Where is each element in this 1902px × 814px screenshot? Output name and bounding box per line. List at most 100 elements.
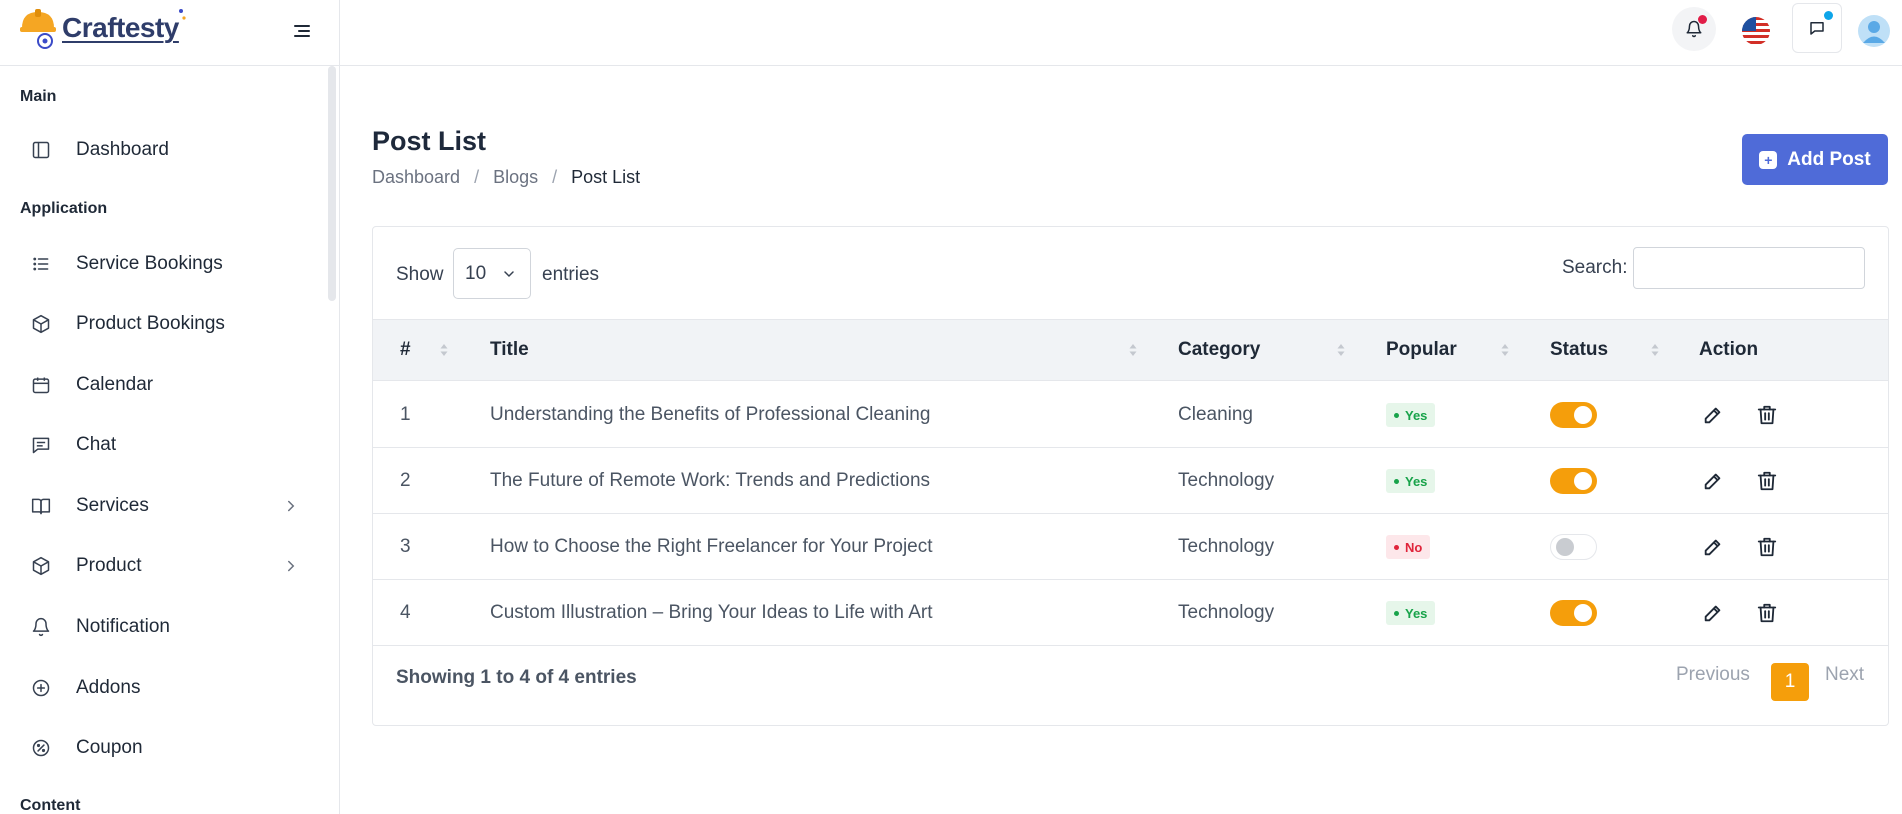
percent-icon	[30, 737, 52, 759]
message-dot	[1824, 11, 1833, 20]
edit-icon[interactable]	[1699, 533, 1727, 561]
sort-icon[interactable]	[1128, 340, 1138, 360]
post-table-card: Show 10 entries Search: # Title Category…	[372, 226, 1889, 726]
layout-icon	[30, 139, 52, 161]
language-button[interactable]	[1732, 7, 1780, 55]
page-title: Post List	[372, 126, 487, 156]
table-row: 3 How to Choose the Right Freelancer for …	[373, 514, 1888, 580]
sort-icon[interactable]	[439, 340, 449, 360]
trash-icon[interactable]	[1753, 467, 1781, 495]
pagination-previous[interactable]: Previous	[1676, 664, 1750, 686]
row-actions	[1699, 448, 1781, 514]
trash-icon[interactable]	[1753, 533, 1781, 561]
row-status	[1550, 448, 1597, 514]
table-row: 2 The Future of Remote Work: Trends and P…	[373, 448, 1888, 514]
sidebar-item-product[interactable]: Product	[30, 546, 310, 586]
table-row: 1 Understanding the Benefits of Professio…	[373, 382, 1888, 448]
toggle-knob	[1574, 472, 1592, 490]
column-header-popular[interactable]: Popular	[1386, 320, 1457, 380]
sort-icon[interactable]	[1650, 340, 1660, 360]
message-icon	[30, 434, 52, 456]
row-category: Technology	[1178, 536, 1275, 557]
brand-name: Craftesty	[62, 12, 179, 43]
column-header-category[interactable]: Category	[1178, 320, 1260, 380]
sidebar-item-coupon[interactable]: Coupon	[30, 728, 310, 768]
row-popular: No	[1386, 514, 1431, 580]
status-toggle[interactable]	[1550, 468, 1597, 494]
sort-icon[interactable]	[1336, 340, 1346, 360]
row-category: Technology	[1178, 470, 1275, 491]
chat-icon	[1810, 22, 1824, 35]
menu-toggle-icon[interactable]	[290, 19, 314, 43]
pagination-page-1[interactable]: 1	[1771, 663, 1809, 701]
breadcrumb-blogs[interactable]: Blogs	[493, 167, 538, 188]
add-post-button[interactable]: + Add Post	[1742, 134, 1888, 185]
popular-badge-label: Yes	[1405, 407, 1428, 423]
book-icon	[30, 495, 52, 517]
breadcrumb-separator: /	[474, 167, 480, 187]
status-toggle[interactable]	[1550, 402, 1597, 428]
row-category: Cleaning	[1178, 404, 1253, 425]
toggle-knob	[1556, 538, 1574, 556]
sidebar-item-services[interactable]: Services	[30, 486, 310, 526]
chevron-down-icon	[504, 271, 514, 278]
show-label: Show	[396, 264, 444, 285]
search-input[interactable]	[1633, 247, 1865, 289]
sidebar-item-label: Services	[76, 495, 149, 516]
pagination-next[interactable]: Next	[1825, 664, 1864, 686]
trash-icon[interactable]	[1753, 401, 1781, 429]
row-title: The Future of Remote Work: Trends and Pr…	[490, 470, 931, 491]
row-actions	[1699, 580, 1781, 646]
status-toggle[interactable]	[1550, 534, 1597, 560]
user-avatar[interactable]	[1850, 7, 1898, 55]
row-popular: Yes	[1386, 448, 1436, 514]
page-length-select[interactable]: 10	[453, 248, 531, 299]
sort-icon[interactable]	[1500, 340, 1510, 360]
column-header-title[interactable]: Title	[490, 320, 529, 380]
sidebar-item-service-bookings[interactable]: Service Bookings	[30, 244, 310, 284]
helmet-logo-icon	[20, 9, 56, 49]
popular-badge-label: Yes	[1405, 605, 1428, 621]
sidebar-scrollbar[interactable]	[328, 66, 336, 301]
sidebar-item-chat[interactable]: Chat	[30, 425, 310, 465]
row-status	[1550, 382, 1597, 448]
toggle-knob	[1574, 406, 1592, 424]
row-actions	[1699, 514, 1781, 580]
notification-dot	[1698, 15, 1707, 24]
popular-badge: Yes	[1386, 403, 1436, 427]
sidebar-item-product-bookings[interactable]: Product Bookings	[30, 304, 310, 344]
sidebar-item-label: Notification	[76, 616, 170, 637]
sidebar-item-notification[interactable]: Notification	[30, 607, 310, 647]
status-toggle[interactable]	[1550, 600, 1597, 626]
breadcrumb-dashboard[interactable]: Dashboard	[372, 167, 460, 188]
badge-dot	[1394, 544, 1399, 550]
list-icon	[30, 253, 52, 275]
section-title-main: Main	[20, 88, 57, 105]
row-popular: Yes	[1386, 382, 1436, 448]
calendar-icon	[30, 374, 52, 396]
user-avatar-icon	[1858, 15, 1890, 47]
sidebar-item-dashboard[interactable]: Dashboard	[30, 130, 310, 170]
column-header-status[interactable]: Status	[1550, 320, 1608, 380]
sparkle-icon	[178, 9, 186, 20]
notifications-button[interactable]	[1672, 7, 1716, 51]
row-title: Custom Illustration – Bring Your Ideas t…	[490, 602, 933, 623]
messages-button[interactable]	[1792, 3, 1842, 53]
row-popular: Yes	[1386, 580, 1436, 646]
edit-icon[interactable]	[1699, 467, 1727, 495]
breadcrumb-separator: /	[552, 167, 558, 187]
trash-icon[interactable]	[1753, 599, 1781, 627]
us-flag-icon	[1742, 17, 1770, 45]
sidebar-item-addons[interactable]: Addons	[30, 668, 310, 708]
row-title: How to Choose the Right Freelancer for Y…	[490, 536, 933, 557]
logo[interactable]: Craftesty	[18, 6, 187, 50]
sidebar-item-calendar[interactable]: Calendar	[30, 365, 310, 405]
row-category: Technology	[1178, 602, 1275, 623]
edit-icon[interactable]	[1699, 401, 1727, 429]
column-header-number[interactable]: #	[400, 320, 411, 380]
sidebar-item-label: Chat	[76, 434, 117, 455]
column-header-action: Action	[1699, 339, 1759, 360]
row-actions	[1699, 382, 1781, 448]
edit-icon[interactable]	[1699, 599, 1727, 627]
sidebar: Main Dashboard Application Service Booki…	[0, 66, 340, 814]
